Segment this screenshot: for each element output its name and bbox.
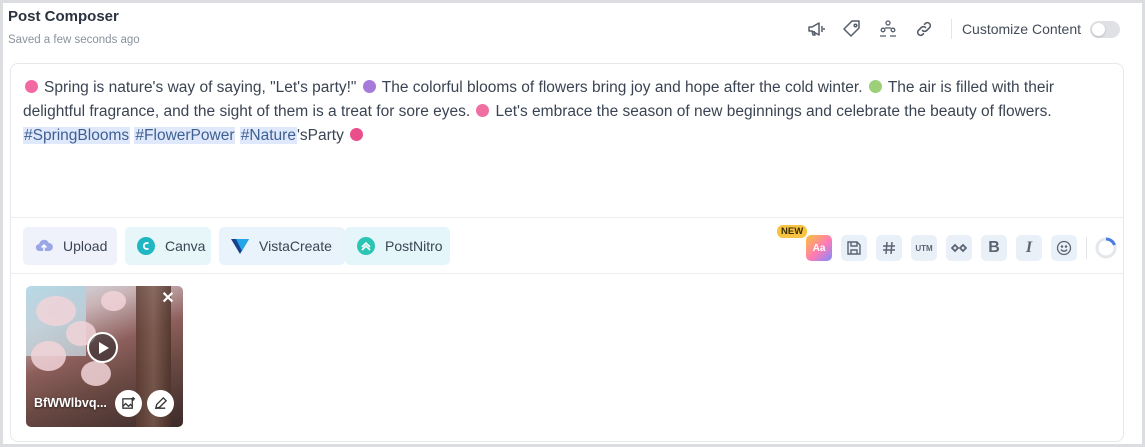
blossom-decoration bbox=[101, 291, 126, 311]
canva-button[interactable]: Canva bbox=[125, 227, 211, 265]
header-actions: Customize Content bbox=[793, 16, 1120, 42]
flower-emoji-icon bbox=[25, 80, 38, 93]
add-thumbnail-button[interactable] bbox=[115, 390, 142, 417]
cloud-upload-icon bbox=[34, 236, 54, 256]
hashtag-spring-blooms[interactable]: #SpringBlooms bbox=[23, 127, 131, 144]
floppy-disk-icon bbox=[847, 241, 861, 255]
postnitro-logo-icon bbox=[356, 236, 376, 256]
bold-button[interactable]: B bbox=[981, 235, 1007, 261]
postnitro-label: PostNitro bbox=[385, 238, 443, 254]
media-filename: BfWWlbvq... bbox=[34, 396, 107, 410]
party-popper-emoji-icon bbox=[362, 80, 376, 93]
post-text-editor[interactable]: Spring is nature's way of saying, "Let's… bbox=[23, 76, 1103, 148]
utm-label: UTM bbox=[915, 243, 933, 253]
chain-icon bbox=[951, 243, 967, 253]
bold-label: B bbox=[988, 239, 1000, 256]
blossom-decoration bbox=[36, 296, 76, 326]
new-badge: NEW bbox=[777, 225, 808, 238]
blossom-decoration bbox=[81, 361, 111, 386]
media-thumbnail[interactable]: ✕ BfWWlbvq... bbox=[26, 286, 183, 427]
vistacreate-logo-icon bbox=[230, 236, 250, 256]
editor-text-tail: 'sParty bbox=[296, 127, 344, 144]
editor-text-line4: Let's embrace the season of new beginnin… bbox=[495, 103, 1052, 120]
italic-label: I bbox=[1025, 239, 1033, 256]
customize-content-label: Customize Content bbox=[961, 21, 1081, 37]
utm-button[interactable]: UTM bbox=[911, 235, 937, 261]
editor-text-line1: Spring is nature's way of saying, "Let's… bbox=[44, 79, 357, 96]
composer-card: Spring is nature's way of saying, "Let's… bbox=[10, 63, 1124, 442]
hashtag-button[interactable] bbox=[876, 235, 902, 261]
toggle-knob bbox=[1092, 22, 1105, 36]
hibiscus-emoji-icon bbox=[350, 128, 364, 141]
emoji-button[interactable] bbox=[1051, 235, 1077, 261]
tulip-emoji-icon bbox=[476, 104, 490, 117]
people-icon[interactable] bbox=[875, 16, 901, 42]
hashtag-flower-power[interactable]: #FlowerPower bbox=[134, 127, 236, 144]
blossom-decoration bbox=[31, 341, 66, 371]
megaphone-icon[interactable] bbox=[803, 16, 829, 42]
link-icon[interactable] bbox=[911, 16, 937, 42]
pencil-icon bbox=[154, 396, 168, 410]
character-count-ring-icon bbox=[1095, 237, 1117, 259]
tag-icon[interactable] bbox=[839, 16, 865, 42]
canva-label: Canva bbox=[165, 238, 206, 254]
editor-text-line2: The colorful blooms of flowers bring joy… bbox=[381, 79, 863, 96]
italic-button[interactable]: I bbox=[1016, 235, 1042, 261]
ai-assistant-button[interactable]: NEW Aa bbox=[777, 225, 832, 261]
formatting-tools: NEW Aa UTM B I bbox=[777, 225, 1117, 261]
upload-label: Upload bbox=[63, 238, 108, 254]
save-draft-button[interactable] bbox=[841, 235, 867, 261]
play-video-button[interactable] bbox=[87, 332, 118, 363]
vistacreate-label: VistaCreate bbox=[259, 238, 332, 254]
image-add-icon bbox=[122, 396, 136, 409]
page-title: Post Composer bbox=[8, 8, 119, 25]
saved-status: Saved a few seconds ago bbox=[8, 34, 140, 46]
tools-divider bbox=[1086, 237, 1087, 259]
vistacreate-button[interactable]: VistaCreate bbox=[219, 227, 345, 265]
smiley-icon bbox=[1056, 240, 1072, 256]
header-divider bbox=[950, 19, 952, 39]
upload-button[interactable]: Upload bbox=[23, 227, 117, 265]
composer-toolbar: Upload Canva VistaCreate PostNitro NEW A… bbox=[11, 217, 1123, 274]
url-shortener-button[interactable] bbox=[946, 235, 972, 261]
play-icon bbox=[98, 341, 109, 354]
potted-plant-emoji-icon bbox=[868, 80, 882, 93]
hashtag-nature[interactable]: #Nature bbox=[239, 127, 297, 144]
edit-media-button[interactable] bbox=[147, 390, 174, 417]
postnitro-button[interactable]: PostNitro bbox=[345, 227, 450, 265]
hashtag-icon bbox=[883, 241, 895, 255]
ai-label: Aa bbox=[812, 242, 826, 254]
canva-logo-icon bbox=[136, 236, 156, 256]
post-composer-panel: Post Composer Saved a few seconds ago Cu… bbox=[0, 0, 1145, 447]
customize-content-toggle[interactable] bbox=[1090, 20, 1120, 38]
remove-media-button[interactable]: ✕ bbox=[161, 291, 175, 307]
